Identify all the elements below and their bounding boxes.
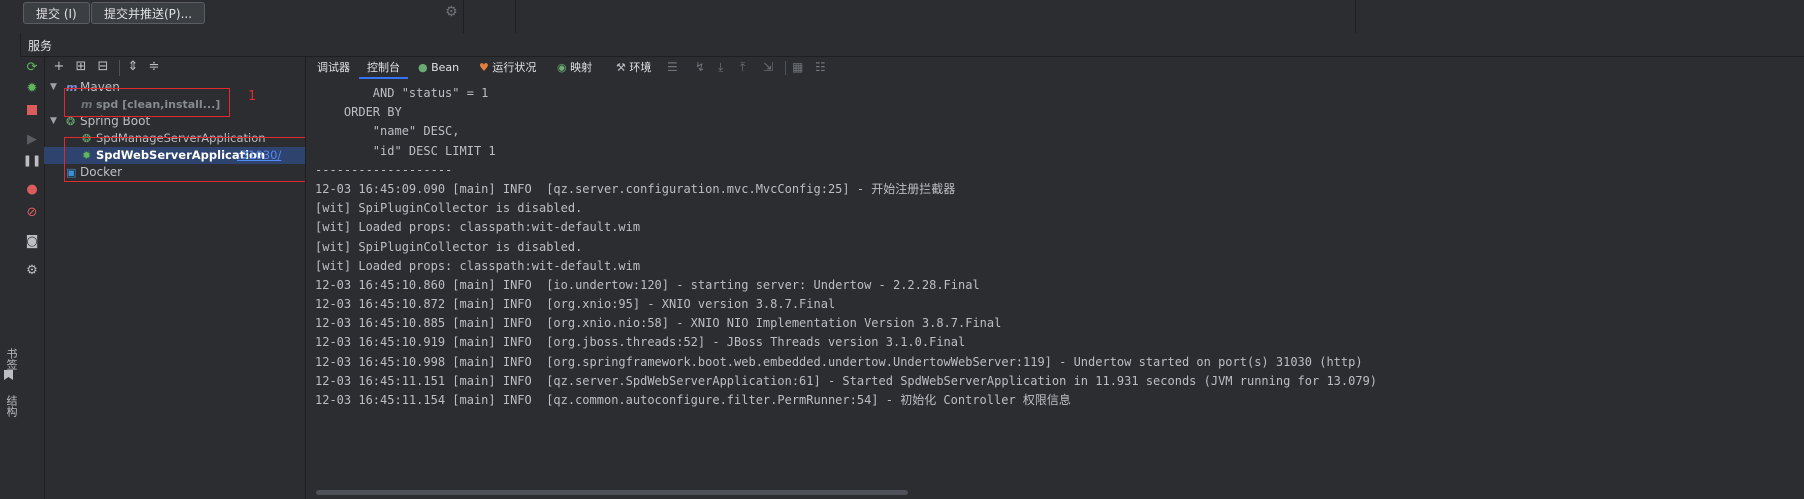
console-toolbar: 调试器 控制台 ● Bean ♥ 运行状况 ◉ 映射 ⚒ 环境 ☰ ↯ ⤓ ⤒ … (306, 57, 1804, 80)
divider (785, 61, 786, 75)
settings-gear-icon[interactable]: ⚙ (24, 262, 40, 278)
console-line: 12-03 16:45:10.885 [main] INFO [org.xnio… (315, 316, 1002, 331)
tab-bean[interactable]: ● Bean (418, 57, 459, 79)
console-line: "name" DESC, (315, 124, 460, 139)
annotation-marker-1: 1 (248, 89, 257, 104)
menu-lines-icon[interactable]: ☰ (667, 60, 678, 74)
rerun-icon[interactable]: ⟳ (24, 59, 40, 75)
panel-title: 服务 (28, 39, 53, 53)
divider (463, 0, 464, 33)
console-line: AND "status" = 1 (315, 86, 489, 100)
console-line: ------------------- (315, 162, 453, 177)
console-line: 12-03 16:45:11.154 [main] INFO [qz.commo… (315, 393, 1071, 407)
console-line: [wit] SpiPluginCollector is disabled. (315, 201, 583, 216)
show-execution-point-icon[interactable]: ↯ (695, 60, 705, 74)
horizontal-scrollbar[interactable] (316, 490, 908, 495)
step-over-icon[interactable]: ⤓ (718, 60, 723, 75)
services-panel-header: 服务 (0, 33, 1804, 57)
tab-debugger[interactable]: 调试器 (317, 57, 350, 79)
trace-icon[interactable]: ☷ (815, 60, 826, 74)
environment-icon: ⚒ (616, 61, 626, 74)
stop-icon[interactable] (24, 102, 40, 118)
divider (1355, 0, 1356, 33)
bookmarks-tab[interactable]: 书签 (3, 348, 19, 370)
console-line: [wit] SpiPluginCollector is disabled. (315, 239, 583, 254)
console-line: 12-03 16:45:10.872 [main] INFO [org.xnio… (315, 297, 836, 312)
bookmark-icon (4, 370, 13, 380)
new-group-icon[interactable]: ⊟ (94, 59, 112, 74)
expand-all-icon[interactable]: ⇕ (124, 59, 142, 74)
commit-and-push-button[interactable]: 提交并推送(P)... (91, 2, 206, 24)
gear-icon[interactable]: ⚙ (445, 4, 458, 20)
annotation-box-1 (64, 88, 230, 117)
console-line: 12-03 16:45:10.860 [main] INFO [io.under… (315, 277, 980, 292)
commit-toolbar: 提交 (I) 提交并推送(P)... ⚙ (0, 0, 1804, 34)
debug-icon[interactable]: ✹ (24, 80, 40, 96)
tab-health[interactable]: ♥ 运行状况 (479, 57, 536, 79)
evaluate-icon[interactable]: ▦ (792, 60, 803, 74)
group-services-icon[interactable]: ⊞ (72, 59, 90, 74)
console-line: 12-03 16:45:09.090 [main] INFO [qz.serve… (315, 181, 956, 196)
commit-button[interactable]: 提交 (I) (23, 2, 90, 24)
console-line: 12-03 16:45:10.919 [main] INFO [org.jbos… (315, 335, 966, 350)
console-log: AND "status" = 1 ORDER BY "name" DESC, "… (315, 84, 1377, 410)
tab-console[interactable]: 控制台 (359, 57, 408, 79)
bean-icon: ● (418, 61, 428, 74)
console-line: 12-03 16:45:11.151 [main] INFO [qz.serve… (315, 373, 1378, 388)
console-line: 12-03 16:45:10.998 [main] INFO [org.spri… (315, 354, 1363, 369)
tab-mappings-label: 映射 (570, 61, 593, 74)
collapse-all-icon[interactable]: ≑ (145, 59, 163, 74)
console-line: "id" DESC LIMIT 1 (315, 143, 496, 158)
annotation-box-2 (64, 137, 337, 182)
chevron-down-icon: ▼ (50, 116, 57, 126)
tab-mappings[interactable]: ◉ 映射 (557, 57, 592, 79)
console-output[interactable]: AND "status" = 1 ORDER BY "name" DESC, "… (306, 79, 1804, 499)
services-tree-toolbar: + ⊞ ⊟ ⇕ ≑ (44, 57, 304, 79)
left-tool-strip: 书签 结构 (0, 33, 21, 499)
view-breakpoints-icon[interactable]: ● (24, 181, 40, 197)
tab-bean-label: Bean (431, 61, 460, 74)
heart-icon: ♥ (479, 61, 489, 74)
console-line: [wit] Loaded props: classpath:wit-defaul… (315, 258, 641, 273)
divider (119, 60, 120, 76)
resume-icon[interactable]: ▶ (24, 131, 40, 147)
console-line: ORDER BY (315, 105, 402, 120)
mute-breakpoints-icon[interactable]: ⊘ (24, 204, 40, 220)
camera-icon[interactable]: ◙ (24, 233, 40, 249)
structure-tab[interactable]: 结构 (3, 395, 19, 417)
chevron-down-icon: ▼ (50, 82, 57, 92)
step-into-icon[interactable]: ⤒ (740, 60, 745, 75)
step-out-icon[interactable]: ⇲ (763, 60, 773, 74)
service-actions: ⟳ ✹ ▶ ❚❚ ● ⊘ ◙ ⚙ (20, 57, 45, 499)
tab-environment-label: 环境 (629, 61, 652, 74)
mappings-icon: ◉ (557, 61, 567, 74)
console-line: [wit] Loaded props: classpath:wit-defaul… (315, 220, 641, 235)
tab-environment[interactable]: ⚒ 环境 (616, 57, 651, 79)
divider (515, 0, 516, 33)
add-service-icon[interactable]: + (50, 59, 68, 74)
tab-health-label: 运行状况 (492, 61, 537, 74)
pause-icon[interactable]: ❚❚ (23, 152, 41, 168)
